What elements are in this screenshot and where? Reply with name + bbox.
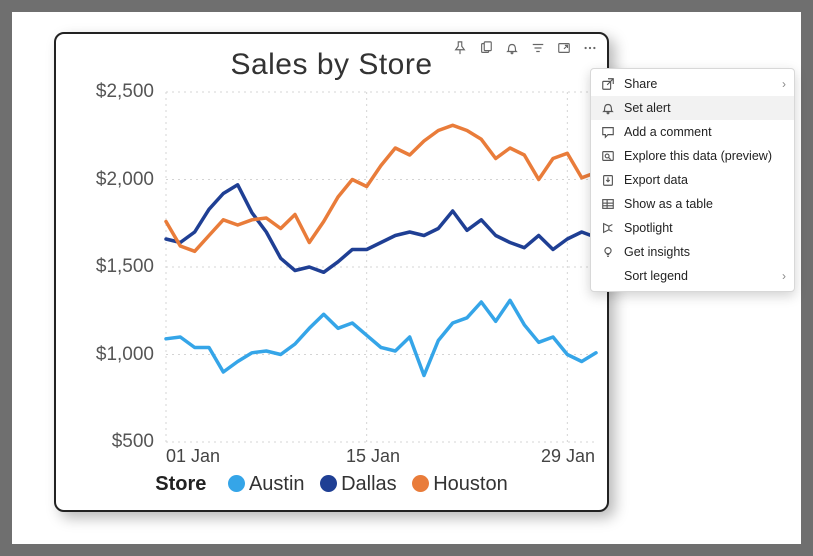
menu-item-label: Sort legend <box>624 269 688 283</box>
chart-title: Sales by Store <box>56 48 607 82</box>
menu-item-label: Add a comment <box>624 125 712 139</box>
spotlight-icon <box>599 221 617 235</box>
y-tick: $2,000 <box>96 169 154 191</box>
y-tick: $1,000 <box>96 344 154 366</box>
menu-item-label: Explore this data (preview) <box>624 149 772 163</box>
y-tick: $500 <box>112 431 154 453</box>
menu-item-label: Show as a table <box>624 197 713 211</box>
menu-item-get-insights[interactable]: Get insights <box>591 240 794 264</box>
legend-label: Houston <box>433 473 508 495</box>
export-icon <box>599 173 617 187</box>
legend-marker-austin <box>228 475 245 492</box>
y-tick: $1,500 <box>96 256 154 278</box>
menu-item-sort-legend[interactable]: Sort legend › <box>591 264 794 288</box>
menu-item-label: Get insights <box>624 245 690 259</box>
menu-item-show-as-a-table[interactable]: Show as a table <box>591 192 794 216</box>
x-tick: 01 Jan <box>166 446 220 467</box>
menu-item-set-alert[interactable]: Set alert <box>591 96 794 120</box>
legend-marker-dallas <box>320 475 337 492</box>
chart-card: Sales by Store $2,500 $2,000 $1,500 $1,0… <box>54 32 609 512</box>
x-tick: 29 Jan <box>541 446 595 467</box>
plot-area <box>166 92 596 442</box>
menu-item-share[interactable]: Share › <box>591 72 794 96</box>
chevron-right-icon: › <box>782 269 786 283</box>
menu-item-add-a-comment[interactable]: Add a comment <box>591 120 794 144</box>
context-menu: Share › Set alert Add a comment Explore this… <box>590 68 795 292</box>
legend-label: Dallas <box>341 473 397 495</box>
chevron-right-icon: › <box>782 77 786 91</box>
menu-item-label: Export data <box>624 173 688 187</box>
explore-icon <box>599 149 617 163</box>
x-axis-labels: 01 Jan 15 Jan 29 Jan <box>166 446 596 470</box>
bulb-icon <box>599 245 617 259</box>
legend: Store Austin Dallas Houston <box>56 473 607 496</box>
bell-icon <box>599 101 617 115</box>
menu-item-label: Share <box>624 77 657 91</box>
legend-label: Austin <box>249 473 305 495</box>
legend-title: Store <box>155 473 206 495</box>
x-tick: 15 Jan <box>346 446 400 467</box>
y-tick: $2,500 <box>96 81 154 103</box>
menu-item-explore-this-data-preview[interactable]: Explore this data (preview) <box>591 144 794 168</box>
legend-marker-houston <box>412 475 429 492</box>
menu-item-label: Set alert <box>624 101 671 115</box>
menu-item-export-data[interactable]: Export data <box>591 168 794 192</box>
menu-item-spotlight[interactable]: Spotlight <box>591 216 794 240</box>
share-icon <box>599 77 617 91</box>
comment-icon <box>599 125 617 139</box>
y-axis-labels: $2,500 $2,000 $1,500 $1,000 $500 <box>56 92 164 442</box>
table-icon <box>599 197 617 211</box>
menu-item-label: Spotlight <box>624 221 673 235</box>
